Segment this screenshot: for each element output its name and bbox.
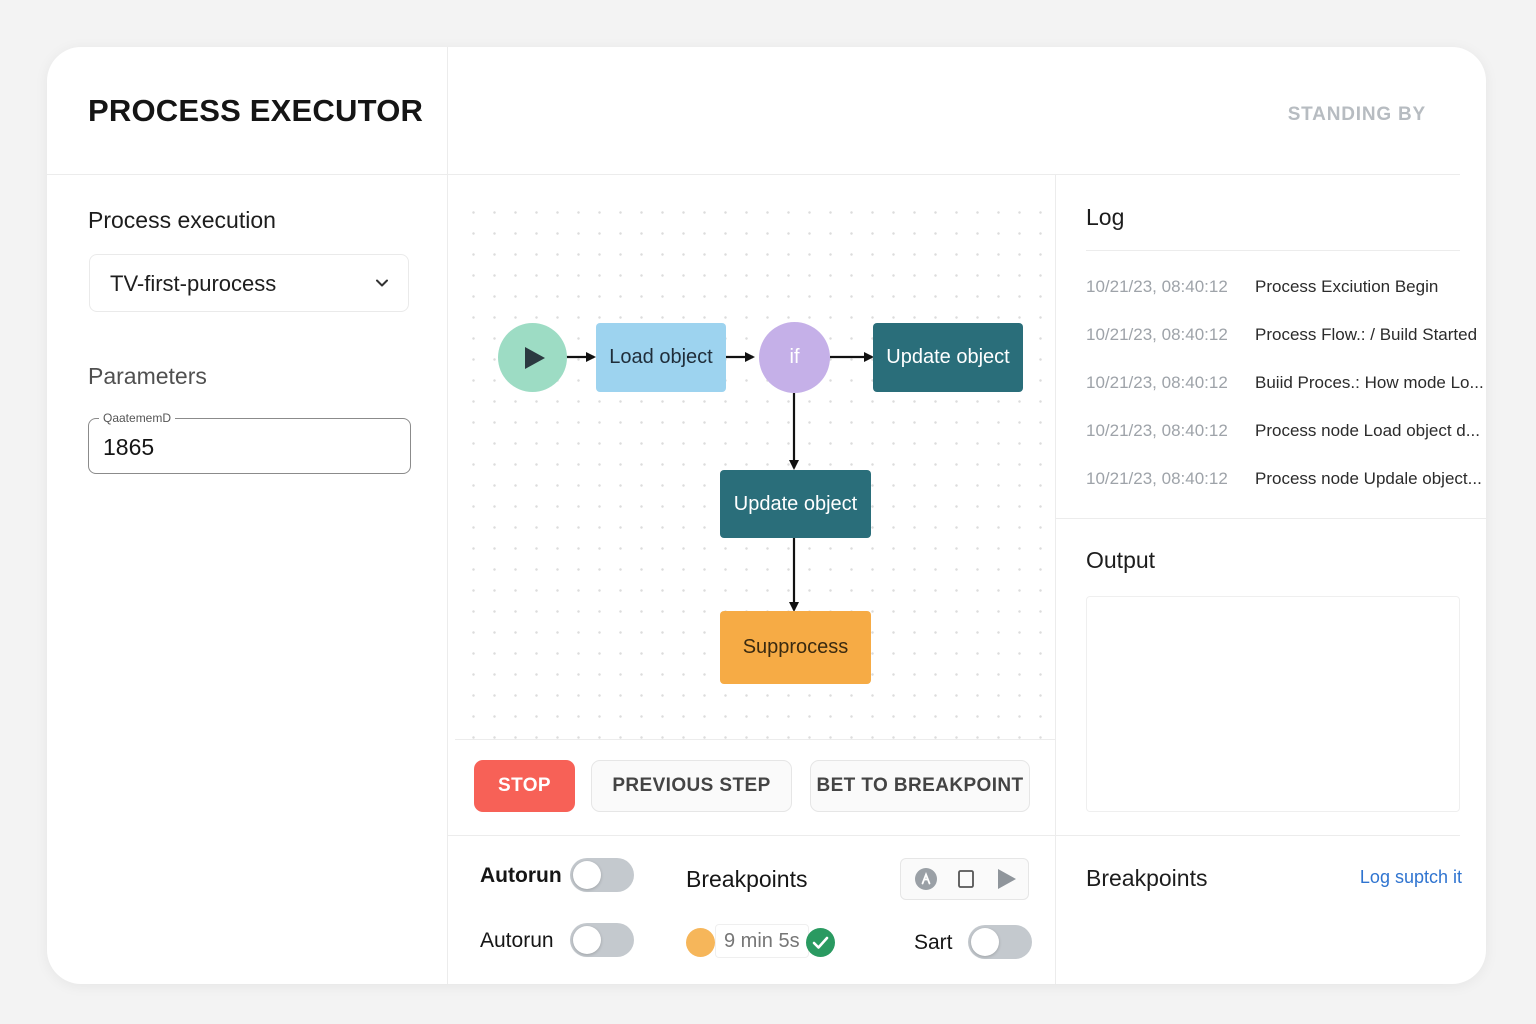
log-title: Log: [1086, 204, 1125, 230]
pending-status-dot: [686, 928, 715, 957]
log-output-divider: [1055, 518, 1486, 519]
log-entry-message: Process Flow.: / Build Started: [1255, 325, 1478, 344]
previous-step-button[interactable]: PREVIOUS STEP: [591, 760, 792, 812]
autorun-label: Autorun: [480, 864, 562, 887]
stop-icon[interactable]: [954, 867, 978, 891]
parameter-field[interactable]: QaatememD 1865: [88, 410, 411, 474]
controls-divider: [448, 835, 1460, 836]
parameters-title: Parameters: [88, 363, 207, 389]
toggle-knob: [573, 861, 601, 889]
log-entry-message: Process Exciution Begin: [1255, 277, 1439, 296]
log-entry-time: 10/21/23, 08:40:12: [1086, 421, 1228, 440]
sart-label: Sart: [914, 931, 953, 954]
flow-canvas: Load object if Update object Update obje…: [463, 202, 1055, 740]
update-object-node-right[interactable]: Update object: [873, 323, 1023, 392]
log-entry-message: Process node Updale object...: [1255, 469, 1482, 488]
load-object-node-label: Load object: [609, 346, 713, 368]
check-icon: [806, 928, 835, 957]
log-switch-link[interactable]: Log suptch it: [1360, 867, 1462, 888]
autorun-label-secondary: Autorun: [480, 929, 554, 952]
sidebar-divider: [447, 47, 448, 984]
stop-button[interactable]: STOP: [474, 760, 575, 812]
status-text: STANDING BY: [1287, 104, 1426, 125]
chevron-down-icon: [374, 275, 390, 296]
app-title: PROCESS EXECUTOR: [88, 93, 424, 128]
output-title: Output: [1086, 547, 1156, 573]
play-icon[interactable]: [994, 867, 1018, 891]
breakpoints-panel-title: Breakpoints: [1086, 865, 1208, 891]
process-select-value: TV-first-purocess: [110, 271, 277, 296]
if-node-label: if: [789, 346, 800, 368]
elapsed-time: 9 min 5s: [715, 924, 809, 958]
subprocess-node[interactable]: Supprocess: [720, 611, 871, 684]
update-object-node-label: Update object: [733, 492, 858, 515]
output-area[interactable]: [1086, 596, 1460, 812]
log-title-divider: [1086, 250, 1460, 251]
breakpoints-label: Breakpoints: [686, 866, 808, 892]
breakpoint-button[interactable]: BET TO BREAKPOINT: [810, 760, 1030, 812]
process-select[interactable]: TV-first-purocess: [89, 254, 409, 312]
subprocess-node-label: Supprocess: [742, 636, 849, 658]
process-execution-title: Process execution: [88, 207, 276, 233]
log-entry-time: 10/21/23, 08:40:12: [1086, 373, 1228, 392]
update-object-node-label: Update object: [886, 346, 1010, 368]
parameter-field-value[interactable]: 1865: [103, 434, 154, 461]
cursor-icon[interactable]: [914, 867, 938, 891]
update-object-node-down[interactable]: Update object: [720, 470, 871, 538]
toggle-knob: [573, 926, 601, 954]
playback-controls: [900, 858, 1029, 900]
start-node[interactable]: [498, 323, 567, 392]
sart-toggle[interactable]: [968, 925, 1032, 959]
load-object-node[interactable]: Load object: [596, 323, 726, 392]
autorun-toggle-secondary[interactable]: [570, 923, 634, 957]
toggle-knob: [971, 928, 999, 956]
log-entry-time: 10/21/23, 08:40:12: [1086, 277, 1228, 296]
play-icon: [524, 346, 546, 370]
log-entry-time: 10/21/23, 08:40:12: [1086, 469, 1228, 488]
autorun-toggle[interactable]: [570, 858, 634, 892]
right-panel-divider: [1055, 175, 1056, 984]
app-window: PROCESS EXECUTOR STANDING BY Process exe…: [47, 47, 1486, 984]
log-entry-message: Process node Load object d...: [1255, 421, 1480, 440]
if-condition-node[interactable]: if: [759, 322, 830, 393]
header-divider: [47, 174, 1460, 175]
log-entry-message: Buiid Proces.: How mode Lo...: [1255, 373, 1484, 392]
parameter-field-label: QaatememD: [99, 410, 176, 426]
log-entry-time: 10/21/23, 08:40:12: [1086, 325, 1228, 344]
